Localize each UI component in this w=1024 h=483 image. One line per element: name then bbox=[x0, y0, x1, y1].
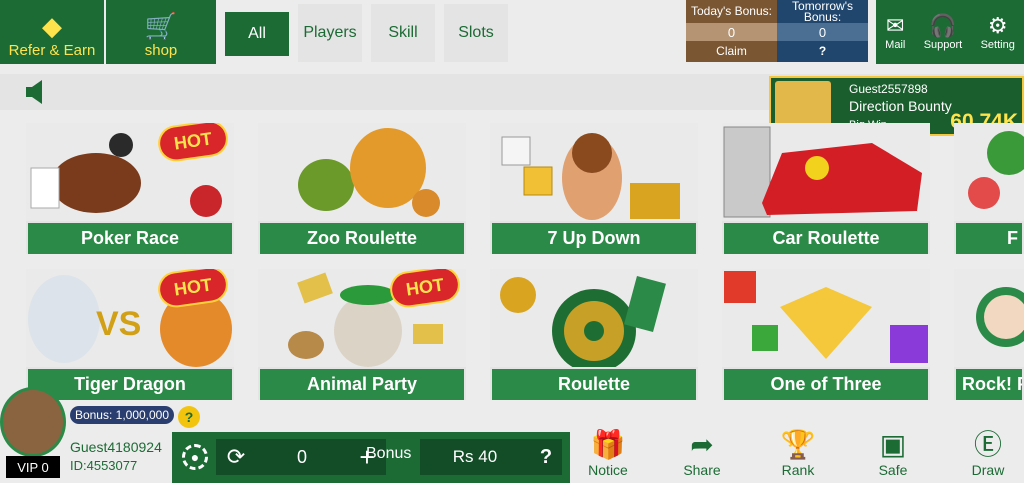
refer-earn-button[interactable]: ◆ Refer & Earn bbox=[0, 0, 104, 64]
trophy-icon: 🏆 bbox=[780, 429, 816, 460]
svg-text:VS: VS bbox=[96, 305, 141, 343]
nav-draw-label: Draw bbox=[971, 462, 1005, 478]
refresh-icon[interactable]: ⟳ bbox=[216, 444, 256, 470]
game-label: Car Roulette bbox=[724, 223, 928, 254]
rock-paper-art bbox=[954, 269, 1024, 367]
roulette-art bbox=[490, 269, 698, 367]
game-card-animal-party[interactable]: HOT Animal Party bbox=[258, 269, 466, 400]
user-name: Guest4180924 bbox=[70, 439, 162, 455]
tomorrows-bonus-label: Tomorrow's Bonus: bbox=[777, 0, 868, 23]
game-label: One of Three bbox=[724, 369, 928, 400]
wallet-bonus-value: Rs 40 bbox=[452, 447, 498, 466]
bonus-help-icon[interactable]: ? bbox=[178, 406, 200, 428]
balance-value: 0 bbox=[296, 446, 307, 467]
game-card-zoo-roulette[interactable]: Zoo Roulette bbox=[258, 123, 466, 254]
winner-name: Guest2557898 bbox=[849, 82, 928, 96]
todays-bonus-value: 0 bbox=[686, 23, 777, 41]
user-id: ID:4553077 bbox=[70, 458, 138, 473]
nav-notice-label: Notice bbox=[588, 462, 628, 478]
game-label: Zoo Roulette bbox=[260, 223, 464, 254]
todays-bonus-label: Today's Bonus: bbox=[686, 0, 777, 23]
tab-slots[interactable]: Slots bbox=[444, 4, 508, 62]
wallet-bonus-label: Bonus bbox=[366, 445, 412, 462]
game-card-roulette[interactable]: Roulette bbox=[490, 269, 698, 400]
nav-rank[interactable]: 🏆 Rank bbox=[768, 428, 828, 483]
nav-rank-label: Rank bbox=[781, 462, 815, 478]
tab-skill[interactable]: Skill bbox=[371, 4, 435, 62]
user-avatar[interactable] bbox=[0, 387, 66, 457]
tomorrows-bonus-value: 0 bbox=[777, 23, 868, 41]
game-card-rock-paper[interactable]: Rock! P bbox=[954, 269, 1024, 400]
support-label: Support bbox=[923, 39, 963, 51]
headset-icon: 🎧 bbox=[929, 13, 957, 38]
dollar-coin-icon: Ⓔ bbox=[973, 429, 1002, 460]
utility-bar: ✉ Mail 🎧 Support ⚙ Setting bbox=[876, 0, 1024, 64]
mail-label: Mail bbox=[885, 39, 906, 51]
game-card-car-roulette[interactable]: Car Roulette bbox=[722, 123, 930, 254]
game-card-one-of-three[interactable]: One of Three bbox=[722, 269, 930, 400]
mail-button[interactable]: ✉ Mail bbox=[885, 13, 905, 51]
tomorrow-bonus-help[interactable]: ? bbox=[777, 41, 868, 62]
game-card-partial-1[interactable]: F bbox=[954, 123, 1024, 254]
nav-share-label: Share bbox=[683, 462, 721, 478]
vip-badge[interactable]: VIP 0 bbox=[6, 456, 60, 478]
game-card-tiger-dragon[interactable]: VS HOT Tiger Dragon bbox=[26, 269, 234, 400]
user-bonus-bar: Bonus: 1,000,000 bbox=[70, 406, 174, 424]
safe-icon: ▣ bbox=[879, 429, 907, 460]
game-card-7-up-down[interactable]: 7 Up Down bbox=[490, 123, 698, 254]
nav-safe[interactable]: ▣ Safe bbox=[863, 428, 923, 483]
nav-notice[interactable]: 🎁 Notice bbox=[578, 428, 638, 483]
game-label: Poker Race bbox=[28, 223, 232, 254]
winner-game: Direction Bounty bbox=[849, 98, 952, 114]
game-label: F bbox=[956, 223, 1022, 254]
claim-button[interactable]: Claim bbox=[686, 41, 777, 62]
setting-button[interactable]: ⚙ Setting bbox=[981, 13, 1015, 51]
zoo-roulette-art bbox=[258, 123, 466, 221]
wallet-bonus-field: Rs 40 ? bbox=[420, 439, 562, 475]
share-arrow-icon: ➦ bbox=[690, 429, 714, 460]
game-label: Roulette bbox=[492, 369, 696, 400]
refer-earn-label: Refer & Earn bbox=[8, 42, 96, 59]
balance-field: ⟳ 0 + bbox=[216, 439, 386, 475]
tab-players[interactable]: Players bbox=[298, 4, 362, 62]
nav-safe-label: Safe bbox=[878, 462, 908, 478]
gear-icon: ⚙ bbox=[987, 13, 1008, 38]
fruit-art bbox=[954, 123, 1024, 221]
game-label: Animal Party bbox=[260, 369, 464, 400]
speaker-icon[interactable] bbox=[26, 80, 46, 104]
7-up-down-art bbox=[490, 123, 698, 221]
game-label: 7 Up Down bbox=[492, 223, 696, 254]
shop-label: shop bbox=[144, 42, 178, 59]
game-card-poker-race[interactable]: HOT Poker Race bbox=[26, 123, 234, 254]
game-label: Tiger Dragon bbox=[28, 369, 232, 400]
game-label: Rock! P bbox=[956, 369, 1022, 400]
daily-bonus-panel: Today's Bonus: Tomorrow's Bonus: 0 0 Cla… bbox=[686, 0, 868, 62]
cart-icon: 🛒 bbox=[144, 11, 178, 41]
one-of-three-art bbox=[722, 269, 930, 367]
wallet-bar: ● ⟳ 0 + Bonus Rs 40 ? bbox=[172, 432, 570, 483]
chip-icon: ● bbox=[182, 444, 208, 470]
support-button[interactable]: 🎧 Support bbox=[924, 13, 963, 51]
nav-draw[interactable]: Ⓔ Draw bbox=[958, 428, 1018, 483]
tab-all[interactable]: All bbox=[225, 12, 289, 56]
nav-share[interactable]: ➦ Share bbox=[672, 428, 732, 483]
diamond-icon: ◆ bbox=[42, 11, 62, 41]
wallet-bonus-help[interactable]: ? bbox=[530, 446, 562, 469]
setting-label: Setting bbox=[980, 39, 1015, 51]
gift-icon: 🎁 bbox=[590, 429, 626, 460]
mail-icon: ✉ bbox=[886, 13, 905, 38]
shop-button[interactable]: 🛒 shop bbox=[106, 0, 216, 64]
car-roulette-art bbox=[722, 123, 930, 221]
